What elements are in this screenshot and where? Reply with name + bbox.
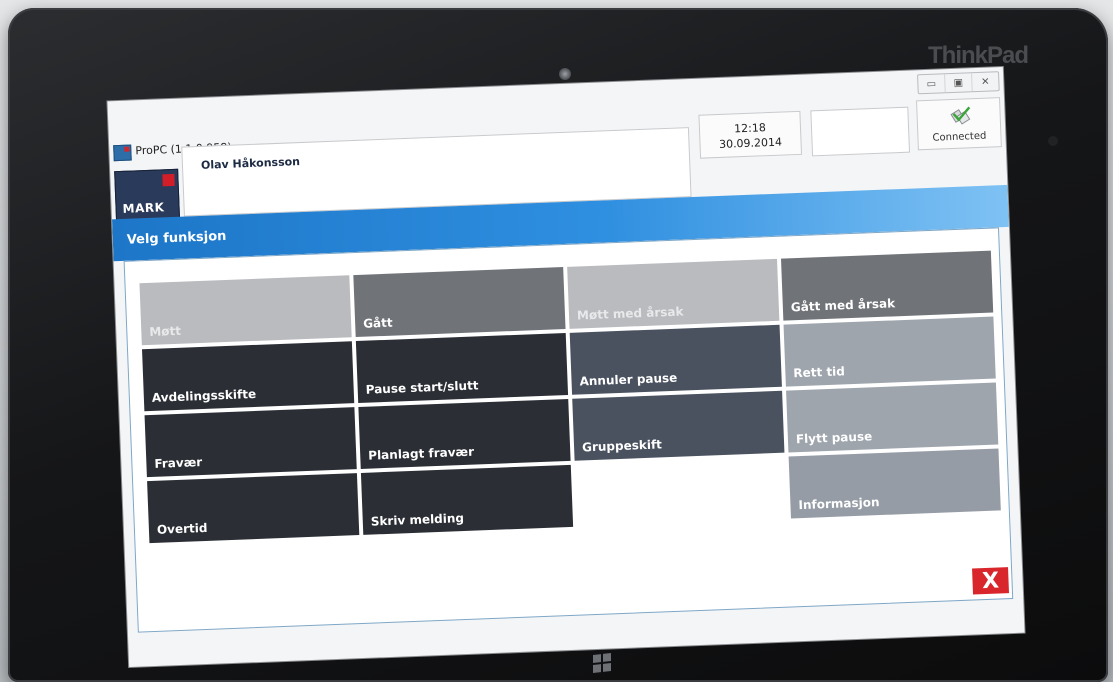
tile-rett-tid[interactable]: Rett tid [783,316,996,387]
tile-flytt-pause[interactable]: Flytt pause [786,382,999,453]
device-brand: ThinkPad [928,42,1029,69]
function-panel: Møtt Gått Møtt med årsak Gått med årsak … [123,227,1014,633]
tile-overtid[interactable]: Overtid [147,473,360,544]
user-name: Olav Håkonsson [200,155,301,172]
tile-empty [575,457,787,527]
connection-box: Connected [916,97,1002,151]
company-logo: MARK [114,168,181,222]
tile-gruppeskift[interactable]: Gruppeskift [572,390,785,461]
tile-gatt-med-arsak[interactable]: Gått med årsak [780,250,994,321]
tile-pause-start-slutt[interactable]: Pause start/slutt [355,332,569,404]
connected-icon [950,106,971,125]
tile-informasjon[interactable]: Informasjon [788,448,1001,519]
tile-skriv-melding[interactable]: Skriv melding [360,464,574,535]
tile-annuler-pause[interactable]: Annuler pause [569,324,782,395]
blank-status-box [810,106,911,157]
windows-logo-icon [593,653,611,673]
app-window: ProPC (1.1.0.958) ▭ ▣ ✕ 12:18 30.09.2014… [107,67,1025,667]
maximize-button[interactable]: ▣ [944,73,972,93]
clock-box: 12:18 30.09.2014 [698,110,803,159]
logo-text: MARK [122,200,165,216]
tile-avdelingsskifte[interactable]: Avdelingsskifte [142,341,355,412]
tile-gatt[interactable]: Gått [353,267,566,338]
tile-fravaer[interactable]: Fravær [144,407,357,478]
section-title: Velg funksjon [126,228,227,248]
date-text: 30.09.2014 [718,135,783,151]
light-sensor [1048,136,1058,146]
app-icon [113,144,132,162]
camera-icon [559,68,571,80]
tile-mott-med-arsak[interactable]: Møtt med årsak [567,258,780,329]
logo-mark-icon [162,173,175,187]
connection-status: Connected [932,130,987,144]
windows-button[interactable] [584,648,620,678]
window-controls: ▭ ▣ ✕ [917,71,1000,95]
function-grid: Møtt Gått Møtt med årsak Gått med årsak … [139,250,1001,544]
minimize-button[interactable]: ▭ [918,74,945,93]
close-window-button[interactable]: ✕ [971,72,999,92]
exit-button[interactable]: X [972,567,1010,595]
tile-planlagt-fravaer[interactable]: Planlagt fravær [358,398,571,469]
tile-mott[interactable]: Møtt [139,275,352,346]
